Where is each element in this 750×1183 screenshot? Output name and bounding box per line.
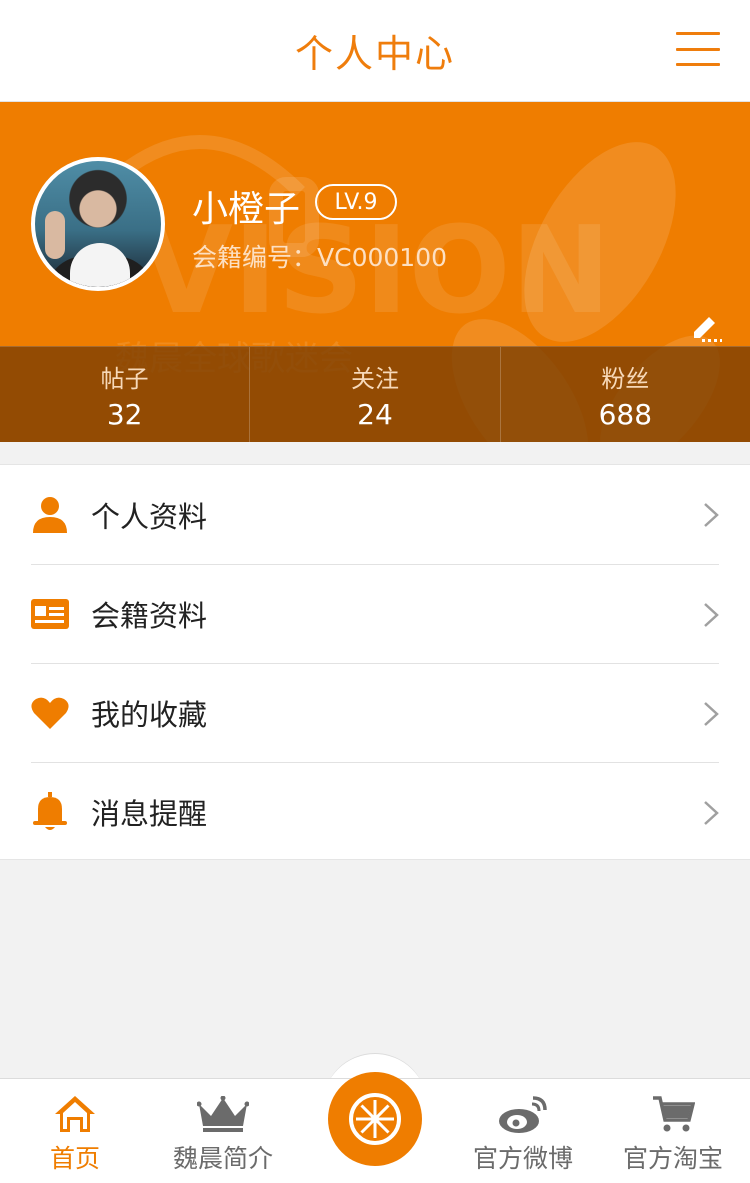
cart-icon [651,1093,695,1135]
stats-bar: 帖子 32 关注 24 粉丝 688 [0,346,750,442]
menu-item-membership-info[interactable]: 会籍资料 [31,564,719,663]
tab-label: 官方微博 [472,1144,573,1173]
menu-item-label: 个人资料 [91,499,208,534]
level-badge: LV.9 [315,184,397,220]
page-title: 个人中心 [294,32,455,76]
tab-official-weibo[interactable]: 官方微博 [448,1079,598,1183]
stat-value: 32 [106,397,143,431]
home-icon [53,1093,97,1135]
avatar[interactable] [31,157,165,291]
chevron-right-icon [704,603,719,627]
tab-label: 首页 [49,1144,100,1173]
menu-item-favorites[interactable]: 我的收藏 [31,663,719,762]
membership-number-value: VC000100 [317,243,448,272]
stat-value: 688 [598,397,653,431]
tab-label: 官方淘宝 [622,1144,723,1173]
tab-official-taobao[interactable]: 官方淘宝 [598,1079,748,1183]
chevron-right-icon [704,503,719,527]
center-orange-button[interactable] [328,1072,422,1166]
stat-followers[interactable]: 粉丝 688 [499,347,750,442]
user-icon [31,496,69,534]
edit-pencil-icon[interactable] [690,310,722,342]
stat-label: 关注 [350,364,399,393]
stat-label: 帖子 [100,364,149,393]
stat-label: 粉丝 [601,364,650,393]
tab-about-weichen[interactable]: 魏晨简介 [148,1079,298,1183]
bell-icon [31,792,69,831]
heart-icon [31,694,69,732]
tab-home[interactable]: 首页 [0,1079,150,1183]
crown-icon [197,1093,249,1135]
hamburger-menu-icon[interactable] [676,32,720,66]
menu-item-label: 消息提醒 [91,797,208,831]
menu-item-personal-info[interactable]: 个人资料 [31,465,719,564]
membership-number: 会籍编号：VC000100 [192,238,447,274]
orange-slice-icon [349,1093,401,1145]
stat-value: 24 [357,397,393,431]
top-nav-bar: 个人中心 [0,0,750,102]
membership-number-label: 会籍编号： [192,243,318,272]
chevron-right-icon [704,801,719,825]
menu-item-label: 会籍资料 [91,599,208,633]
menu-item-notifications[interactable]: 消息提醒 [31,762,719,861]
username: 小橙子 [192,189,301,230]
stat-posts[interactable]: 帖子 32 [0,347,249,442]
tab-label: 魏晨简介 [172,1144,273,1173]
menu-item-label: 我的收藏 [91,698,208,732]
chevron-right-icon [704,702,719,726]
profile-menu-list: 个人资料 会籍资料 我的收藏 消息提醒 [0,464,750,860]
weibo-icon [497,1093,549,1135]
stat-following[interactable]: 关注 24 [249,347,499,442]
id-card-icon [31,595,69,633]
